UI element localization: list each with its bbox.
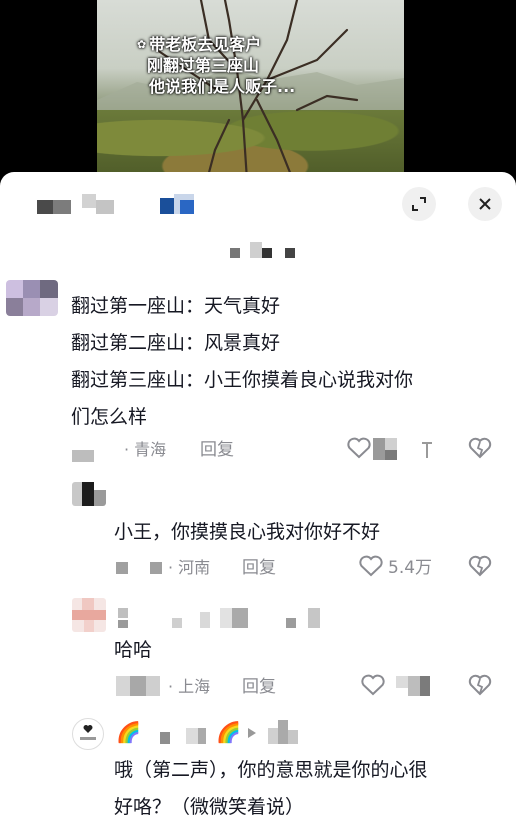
comment-line: 好咯？（微微笑着说） <box>114 796 305 818</box>
comment-text: 翻过第一座山：天气真好 翻过第二座山：风景真好 翻过第三座山：小王你摸着良心说我… <box>71 288 491 436</box>
caption-line: 带老板去见客户 <box>149 35 262 54</box>
video-area[interactable]: ✿ 带老板去见客户 刚翻过第三座山 他说我们是人贩子... <box>0 0 516 180</box>
dislike-icon[interactable] <box>468 673 492 697</box>
comment-line: 翻过第三座山：小王你摸着良心说我对你 <box>71 369 414 391</box>
comment-line: 翻过第二座山：风景真好 <box>71 332 281 354</box>
comment-line: 小王，你摸摸良心我对你好不好 <box>114 521 381 543</box>
comment-line: 哦（第二声），你的意思就是你的心很 <box>114 759 428 781</box>
rainbow-icon: 🌈 <box>216 720 241 744</box>
dislike-icon[interactable] <box>468 554 492 578</box>
expand-icon <box>412 197 426 211</box>
reply-button[interactable]: 回复 <box>242 558 276 578</box>
caption-line: 他说我们是人贩子... <box>149 77 296 96</box>
heart-logo-icon <box>80 725 96 740</box>
date-pixelated <box>72 450 94 462</box>
comment-location: · 上海 <box>168 677 211 696</box>
close-icon <box>479 198 491 210</box>
comment-location: · 青海 <box>124 440 167 459</box>
reply-button[interactable]: 回复 <box>200 440 234 460</box>
comment-location: · 河南 <box>168 558 211 577</box>
video-caption: ✿ 带老板去见客户 刚翻过第三座山 他说我们是人贩子... <box>137 35 296 96</box>
like-icon[interactable] <box>358 554 384 578</box>
comment-sheet: 翻过第一座山：天气真好 翻过第二座山：风景真好 翻过第三座山：小王你摸着良心说我… <box>0 172 516 832</box>
rainbow-icon: 🌈 <box>116 720 141 744</box>
like-count: 5.4万 <box>388 558 433 578</box>
like-icon[interactable] <box>360 673 386 697</box>
dislike-icon[interactable] <box>468 436 492 460</box>
expand-button[interactable] <box>402 187 436 221</box>
comment-text: 小王，你摸摸良心我对你好不好 <box>114 514 380 551</box>
caption-line: 刚翻过第三座山 <box>147 56 260 75</box>
avatar[interactable] <box>72 718 104 750</box>
like-icon[interactable] <box>346 436 372 460</box>
video-frame[interactable]: ✿ 带老板去见客户 刚翻过第三座山 他说我们是人贩子... <box>97 0 404 180</box>
comment-text: 哈哈 <box>114 632 152 669</box>
comment-text: 哦（第二声），你的意思就是你的心很 好咯？（微微笑着说） <box>114 752 504 826</box>
comment-line: 翻过第一座山：天气真好 <box>71 295 281 317</box>
comment-line: 哈哈 <box>114 639 153 661</box>
comment-line: 们怎么样 <box>71 406 148 428</box>
close-button[interactable] <box>468 187 502 221</box>
avatar[interactable] <box>72 482 106 506</box>
reply-button[interactable]: 回复 <box>242 677 276 697</box>
avatar[interactable] <box>6 280 58 316</box>
avatar[interactable] <box>72 598 106 632</box>
